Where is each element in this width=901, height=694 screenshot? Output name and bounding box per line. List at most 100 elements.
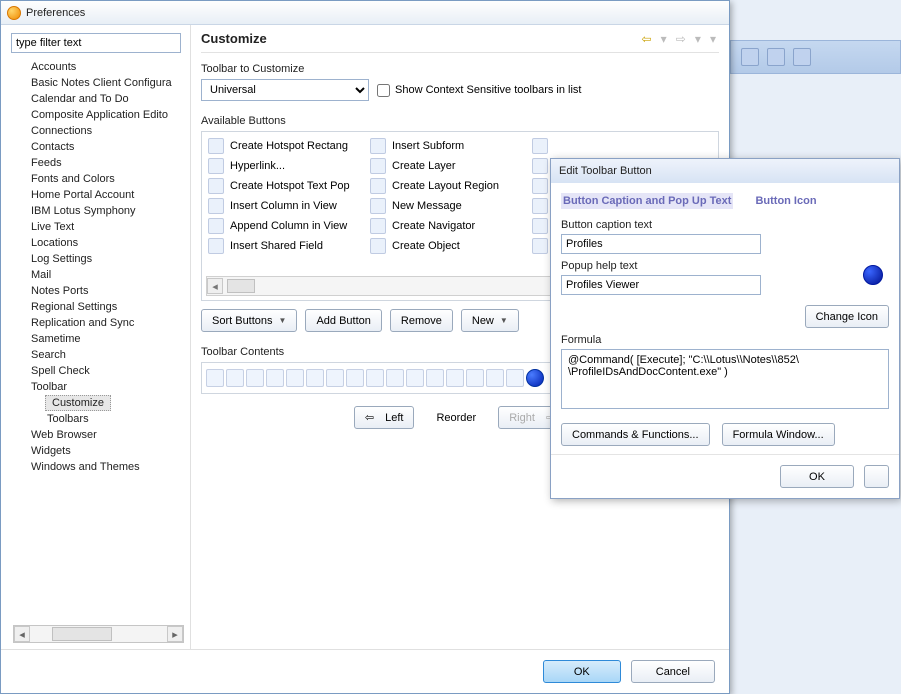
list-item[interactable]: Create Layer xyxy=(368,156,528,176)
toolbar-icon[interactable] xyxy=(306,369,324,387)
titlebar[interactable]: Preferences xyxy=(1,1,729,25)
navigator-icon xyxy=(370,218,386,234)
profiles-toolbar-icon[interactable] xyxy=(526,369,544,387)
list-item[interactable]: Create Hotspot Text Pop xyxy=(206,176,366,196)
toolbar-select[interactable]: Universal xyxy=(201,79,369,101)
tree-item-customize[interactable]: Customize xyxy=(45,395,111,411)
sidebar-scrollbar[interactable]: ◂ ▸ xyxy=(13,625,184,643)
show-context-checkbox[interactable]: Show Context Sensitive toolbars in list xyxy=(377,84,581,97)
tree-item[interactable]: Windows and Themes xyxy=(7,459,190,475)
toolbar-icon[interactable] xyxy=(326,369,344,387)
list-item[interactable]: Create Hotspot Rectang xyxy=(206,136,366,156)
background-toolbar xyxy=(730,40,901,74)
layer-icon xyxy=(370,158,386,174)
scroll-right-icon[interactable]: ▸ xyxy=(167,626,183,642)
popup-label: Popup help text xyxy=(561,260,889,272)
popup-input[interactable] xyxy=(561,275,761,295)
etb-ok-button[interactable]: OK xyxy=(780,465,854,488)
add-button-button[interactable]: Add Button xyxy=(305,309,381,332)
tree-item[interactable]: Fonts and Colors xyxy=(7,171,190,187)
formula-input[interactable]: @Command( [Execute]; "C:\\Lotus\\Notes\\… xyxy=(561,349,889,409)
etb-extra-button[interactable] xyxy=(864,465,889,488)
toolbar-icon[interactable] xyxy=(486,369,504,387)
scroll-thumb[interactable] xyxy=(52,627,112,641)
tree-item[interactable]: Locations xyxy=(7,235,190,251)
tree-item[interactable]: Contacts xyxy=(7,139,190,155)
arrow-left-icon: ⇦ xyxy=(365,411,374,424)
caption-input[interactable] xyxy=(561,234,761,254)
toolbar-icon[interactable] xyxy=(506,369,524,387)
reorder-left-button[interactable]: ⇦ Left xyxy=(354,406,415,429)
tree-item[interactable]: Feeds xyxy=(7,155,190,171)
tree-item[interactable]: Calendar and To Do xyxy=(7,91,190,107)
toolbar-icon[interactable] xyxy=(406,369,424,387)
toolbar-icon[interactable] xyxy=(246,369,264,387)
list-item[interactable]: Create Object xyxy=(368,236,528,256)
tree-item[interactable]: Search xyxy=(7,347,190,363)
tree-item[interactable]: Live Text xyxy=(7,219,190,235)
toolbar-icon[interactable] xyxy=(346,369,364,387)
sort-buttons-button[interactable]: Sort Buttons▼ xyxy=(201,309,297,332)
tree-item[interactable]: Mail xyxy=(7,267,190,283)
tab-caption[interactable]: Button Caption and Pop Up Text xyxy=(561,193,733,209)
new-button[interactable]: New▼ xyxy=(461,309,519,332)
toolbar-icon[interactable] xyxy=(366,369,384,387)
tree-item-toolbars[interactable]: Toolbars xyxy=(7,411,190,427)
tree-item[interactable]: Web Browser xyxy=(7,427,190,443)
toolbar-icon[interactable] xyxy=(286,369,304,387)
caption-label: Button caption text xyxy=(561,219,889,231)
new-message-icon xyxy=(370,198,386,214)
change-icon-button[interactable]: Change Icon xyxy=(805,305,889,328)
chevron-down-icon: ▼ xyxy=(500,316,508,325)
tree-item[interactable]: Notes Ports xyxy=(7,283,190,299)
toolbar-icon[interactable] xyxy=(206,369,224,387)
tree-item[interactable]: Log Settings xyxy=(7,251,190,267)
tree-item[interactable]: Replication and Sync xyxy=(7,315,190,331)
scroll-left-icon[interactable]: ◂ xyxy=(207,278,223,294)
tree-item[interactable]: Accounts xyxy=(7,59,190,75)
list-item[interactable]: Create Navigator xyxy=(368,216,528,236)
list-item[interactable]: Append Column in View xyxy=(206,216,366,236)
preferences-tree[interactable]: Accounts Basic Notes Client Configura Ca… xyxy=(7,59,190,621)
formula-window-button[interactable]: Formula Window... xyxy=(722,423,835,446)
toolbar-icon[interactable] xyxy=(226,369,244,387)
tree-item[interactable]: Home Portal Account xyxy=(7,187,190,203)
list-item[interactable]: Insert Shared Field xyxy=(206,236,366,256)
list-item[interactable]: Hyperlink... xyxy=(206,156,366,176)
scroll-left-icon[interactable]: ◂ xyxy=(14,626,30,642)
tree-item[interactable]: Composite Application Edito xyxy=(7,107,190,123)
dropdown-icon[interactable]: ▾ xyxy=(695,32,701,46)
tree-item[interactable]: Widgets xyxy=(7,443,190,459)
cancel-button[interactable]: Cancel xyxy=(631,660,715,683)
list-item[interactable]: Create Layout Region xyxy=(368,176,528,196)
remove-button[interactable]: Remove xyxy=(390,309,453,332)
tree-item[interactable]: IBM Lotus Symphony xyxy=(7,203,190,219)
checkbox-label: Show Context Sensitive toolbars in list xyxy=(395,84,581,96)
list-item[interactable]: Insert Subform xyxy=(368,136,528,156)
list-item[interactable]: New Message xyxy=(368,196,528,216)
toolbar-icon[interactable] xyxy=(446,369,464,387)
dialog-title[interactable]: Edit Toolbar Button xyxy=(551,159,899,183)
tree-item[interactable]: Regional Settings xyxy=(7,299,190,315)
toolbar-icon[interactable] xyxy=(266,369,284,387)
tree-item[interactable]: Connections xyxy=(7,123,190,139)
generic-icon xyxy=(532,178,548,194)
tree-item[interactable]: Sametime xyxy=(7,331,190,347)
tree-item-toolbar[interactable]: Toolbar xyxy=(7,379,190,395)
dropdown-icon[interactable]: ▾ xyxy=(661,32,667,46)
checkbox[interactable] xyxy=(377,84,390,97)
commands-functions-button[interactable]: Commands & Functions... xyxy=(561,423,710,446)
list-item[interactable]: Insert Column in View xyxy=(206,196,366,216)
toolbar-icon[interactable] xyxy=(426,369,444,387)
scroll-thumb[interactable] xyxy=(227,279,255,293)
nav-back-icon[interactable]: ⇦ xyxy=(642,32,652,46)
bg-icon-1 xyxy=(741,48,759,66)
filter-input[interactable] xyxy=(11,33,181,53)
menu-icon[interactable]: ▾ xyxy=(710,32,716,46)
tab-button-icon[interactable]: Button Icon xyxy=(753,193,818,209)
toolbar-icon[interactable] xyxy=(386,369,404,387)
tree-item[interactable]: Spell Check xyxy=(7,363,190,379)
toolbar-icon[interactable] xyxy=(466,369,484,387)
tree-item[interactable]: Basic Notes Client Configura xyxy=(7,75,190,91)
ok-button[interactable]: OK xyxy=(543,660,621,683)
